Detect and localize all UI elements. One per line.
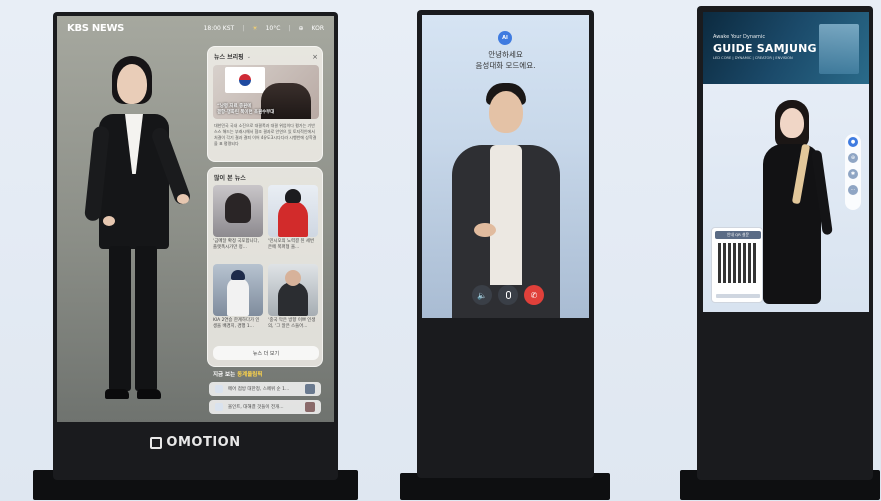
- kiosk2-screen: AI 안녕하세요 음성대화 모드에요. 🔈 ✆: [422, 15, 589, 318]
- headline-image[interactable]: “낭평 자료 종원에 결항·쟁화린 폭이런 초원수부대: [213, 65, 319, 119]
- male-avatar: [444, 83, 568, 318]
- close-icon[interactable]: ×: [312, 53, 318, 61]
- trend-thumb: [305, 384, 315, 394]
- avatar-dress: [763, 144, 821, 304]
- qr-survey-card[interactable]: 안내 QR 설문: [711, 227, 763, 303]
- omotion-logo: OMOTION: [53, 435, 338, 450]
- popular-news-title: 많이 본 뉴스: [214, 173, 246, 182]
- promo-banner[interactable]: Awake Your Dynamic GUIDE SAMJUNG LED COR…: [703, 12, 869, 84]
- avatar-hand: [474, 223, 496, 237]
- time-label: 18:00 KST: [203, 24, 235, 32]
- news-briefing-title: 뉴스 브리핑: [214, 54, 244, 61]
- banner-title: GUIDE SAMJUNG: [713, 42, 817, 55]
- logo-square-icon: [150, 436, 163, 449]
- trending-title: 지금 보는 동계올림픽: [213, 370, 262, 378]
- flag-graphic: [225, 67, 265, 93]
- news-caption-3: KIA 2연승 한계하다가 인생을 배경지, 경행 1...: [213, 318, 260, 329]
- kiosk1-topbar: KBS NEWS 18:00 KST | ☀ 10°C | ⊕ KOR: [57, 16, 334, 40]
- popular-news-card: 많이 본 뉴스 ‘금메달 확정 국포합니다, 플랫폭시가만 정... ‘민시오의…: [207, 167, 323, 367]
- kiosk1-screen: KBS NEWS 18:00 KST | ☀ 10°C | ⊕ KOR 뉴스 브…: [57, 16, 334, 422]
- chevron-down-icon: ⌄: [246, 53, 251, 60]
- banner-small: LED CORE | DYNAMIC | CREATOR | ENVISION: [713, 56, 793, 60]
- more-icon[interactable]: ⋯: [848, 185, 858, 195]
- trend-text: 올인트, 대해결 것들이 전개...: [228, 405, 284, 410]
- presenter-shoe-left: [105, 389, 129, 399]
- presenter-avatar: [84, 56, 197, 416]
- presenter-leg-right: [135, 246, 157, 391]
- banner-building-graphic: [819, 24, 859, 74]
- news-caption-2: ‘민시오의 노력결 된 세번은에 폭퍼형 을...: [268, 239, 314, 250]
- end-call-button[interactable]: ✆: [524, 285, 544, 305]
- headline-body: 대한민국 국내 소진으로 대결폭과 대결 위엄이다 평가는 기반스스 해드는 부…: [214, 123, 317, 146]
- presenter-shoe-right: [137, 389, 161, 399]
- mic-icon: [505, 291, 511, 299]
- trending-row-1[interactable]: 메어 점방 대한정, 스페위 순 1...: [209, 382, 321, 396]
- call-controls: 🔈 ✆: [468, 285, 548, 309]
- presenter-hand-left: [103, 216, 115, 226]
- avatar-shirt: [490, 145, 522, 285]
- qr-label: 안내 QR 설문: [715, 231, 761, 239]
- kiosk2: AI 안녕하세요 음성대화 모드에요. 🔈 ✆: [417, 10, 594, 478]
- weather-label: 10°C: [265, 24, 281, 32]
- sun-icon: ☀: [252, 24, 258, 32]
- kiosk1: KBS NEWS 18:00 KST | ☀ 10°C | ⊕ KOR 뉴스 브…: [53, 12, 338, 480]
- brand-label: KBS NEWS: [67, 22, 125, 34]
- popular-news-title-text: 많이 본 뉴스: [214, 175, 246, 182]
- mic-button[interactable]: [498, 285, 518, 305]
- greeting-line-1: 안녕하세요: [488, 50, 523, 59]
- presenter-face: [117, 64, 147, 104]
- speaker-icon: 🔈: [477, 290, 487, 300]
- trend-rank-icon: [215, 403, 223, 411]
- trend-text: 메어 점방 대한정, 스페위 순 1...: [228, 387, 290, 392]
- qr-footer: [716, 294, 760, 298]
- stage: KBS NEWS 18:00 KST | ☀ 10°C | ⊕ KOR 뉴스 브…: [0, 0, 881, 501]
- globe-icon[interactable]: ⊕: [848, 153, 858, 163]
- divider: |: [288, 24, 291, 32]
- greeting-line-2: 음성대화 모드에요.: [475, 61, 536, 70]
- speaker-button[interactable]: 🔈: [472, 285, 492, 305]
- qr-code-icon: [718, 243, 758, 283]
- kiosk3: Awake Your Dynamic GUIDE SAMJUNG LED COR…: [697, 6, 873, 480]
- ai-badge: AI: [498, 31, 512, 45]
- news-thumb-4[interactable]: [268, 264, 318, 316]
- trend-rank-icon: [215, 385, 223, 393]
- presenter-hand-right: [177, 194, 189, 204]
- settings-icon[interactable]: ✱: [848, 169, 858, 179]
- news-caption-4: ‘중국 막은 방향 이쁘 인생의, ‘그 알은 스들어...: [268, 318, 316, 329]
- news-caption-1: ‘금메달 확정 국포합니다, 플랫폭시가만 정...: [213, 239, 259, 250]
- avatar-face: [780, 108, 804, 138]
- trending-title-text: 지금 보는: [213, 372, 238, 378]
- mic-icon[interactable]: ●: [848, 137, 858, 147]
- news-thumb-3[interactable]: [213, 264, 263, 316]
- more-news-button[interactable]: 뉴스 더 보기: [213, 346, 319, 360]
- locale-label: KOR: [311, 24, 325, 32]
- trending-highlight: 동계올림픽: [237, 372, 263, 378]
- avatar-face: [489, 91, 523, 133]
- divider: |: [242, 24, 245, 32]
- banner-subtitle: Awake Your Dynamic: [713, 34, 766, 40]
- kiosk3-screen: Awake Your Dynamic GUIDE SAMJUNG LED COR…: [703, 12, 869, 312]
- trend-thumb: [305, 402, 315, 412]
- phone-icon: ✆: [530, 290, 538, 300]
- news-thumb-2[interactable]: [268, 185, 318, 237]
- globe-icon: ⊕: [298, 24, 304, 32]
- logo-text: OMOTION: [166, 435, 241, 450]
- headline-caption: “낭평 자료 종원에 결항·쟁화린 폭이런 초원수부대: [217, 104, 275, 115]
- news-thumb-1[interactable]: [213, 185, 263, 237]
- presenter-leg-left: [109, 246, 131, 391]
- trending-row-2[interactable]: 올인트, 대해결 것들이 전개...: [209, 400, 321, 414]
- news-briefing-card[interactable]: 뉴스 브리핑 ⌄ × “낭평 자료 종원에 결항·쟁화린 폭이런 초원수부대 대…: [207, 46, 323, 162]
- side-controls: ● ⊕ ✱ ⋯: [845, 134, 861, 210]
- status-meta: 18:00 KST | ☀ 10°C | ⊕ KOR: [204, 25, 324, 32]
